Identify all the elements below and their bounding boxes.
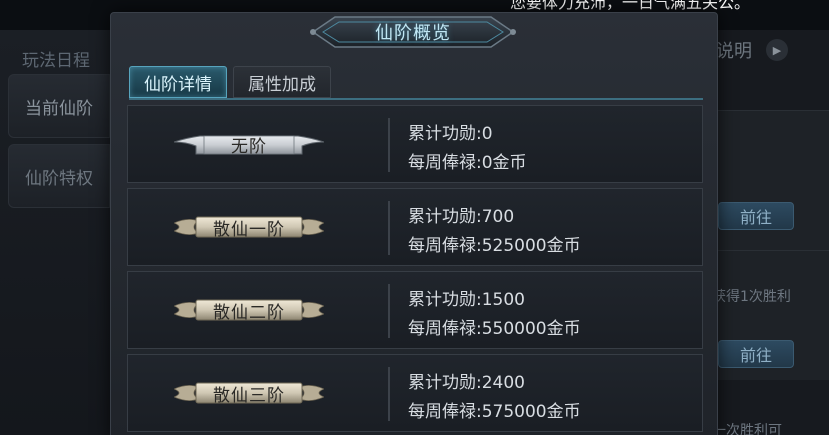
rank-salary: 每周俸禄:0金币 <box>408 148 527 173</box>
salary-label: 每周俸禄 <box>408 236 476 256</box>
rank-name: 无阶 <box>231 136 267 157</box>
rank-name: 散仙二阶 <box>213 302 285 323</box>
tab-underline <box>129 98 703 100</box>
salary-value: :525000金币 <box>476 236 581 256</box>
rank-badge: 散仙三阶 <box>174 377 324 409</box>
merit-label: 累计功勋 <box>408 207 476 227</box>
salary-label: 每周俸禄 <box>408 319 476 339</box>
chevron-right-icon[interactable]: ▶ <box>766 39 788 61</box>
background-help-header[interactable]: 说明 ▶ <box>716 30 829 70</box>
rank-merit: 累计功勋:2400 <box>408 368 525 393</box>
rank-salary: 每周俸禄:550000金币 <box>408 314 581 339</box>
rank-row: 散仙三阶 累计功勋:2400 每周俸禄:575000金币 <box>127 354 703 432</box>
rank-overview-modal: 仙阶概览 仙阶详情 属性加成 无阶 累计功勋:0 每周俸禄:0金币 散仙一阶 累… <box>110 12 718 435</box>
merit-label: 累计功勋 <box>408 124 476 144</box>
row-divider <box>388 118 390 172</box>
rank-name: 散仙三阶 <box>213 385 285 406</box>
background-help-label: 说明 <box>716 41 752 62</box>
rank-row: 散仙二阶 累计功勋:1500 每周俸禄:550000金币 <box>127 271 703 349</box>
merit-value: :0 <box>476 124 493 144</box>
rank-badge: 散仙一阶 <box>174 211 324 243</box>
background-tab-rank-privileges[interactable]: 仙阶特权 <box>8 144 110 208</box>
modal-title-plate: 仙阶概览 <box>305 11 521 53</box>
modal-tabs: 仙阶详情 属性加成 <box>129 66 331 98</box>
background-activity-desc: 一次胜利可 <box>712 423 782 435</box>
salary-value: :550000金币 <box>476 319 581 339</box>
row-divider <box>388 284 390 338</box>
background-banner-text: 您要体力充沛，一日气满五关公。 <box>510 0 751 12</box>
merit-label: 累计功勋 <box>408 373 476 393</box>
row-divider <box>388 201 390 255</box>
merit-label: 累计功勋 <box>408 290 476 310</box>
rank-salary: 每周俸禄:575000金币 <box>408 397 581 422</box>
tab-rank-details[interactable]: 仙阶详情 <box>129 66 227 98</box>
merit-value: :2400 <box>476 373 525 393</box>
salary-label: 每周俸禄 <box>408 402 476 422</box>
row-divider <box>388 367 390 421</box>
rank-badge: 散仙二阶 <box>174 294 324 326</box>
salary-value: :0金币 <box>476 153 527 173</box>
modal-title: 仙阶概览 <box>375 23 451 44</box>
rank-merit: 累计功勋:1500 <box>408 285 525 310</box>
background-tab-label: 当前仙阶 <box>25 98 93 119</box>
tab-attribute-bonus[interactable]: 属性加成 <box>233 66 331 98</box>
go-button[interactable]: 前往 <box>718 340 794 368</box>
rank-badge: 无阶 <box>174 128 324 160</box>
rank-merit: 累计功勋:700 <box>408 202 514 227</box>
rank-row: 无阶 累计功勋:0 每周俸禄:0金币 <box>127 105 703 183</box>
merit-value: :1500 <box>476 290 525 310</box>
merit-value: :700 <box>476 207 515 227</box>
background-tab-current-rank[interactable]: 当前仙阶 <box>8 74 110 138</box>
background-tab-label: 仙阶特权 <box>25 168 93 189</box>
background-nav-title: 玩法日程 <box>22 51 90 71</box>
rank-merit: 累计功勋:0 <box>408 119 493 144</box>
rank-row: 散仙一阶 累计功勋:700 每周俸禄:525000金币 <box>127 188 703 266</box>
rank-name: 散仙一阶 <box>213 219 285 240</box>
salary-label: 每周俸禄 <box>408 153 476 173</box>
rank-salary: 每周俸禄:525000金币 <box>408 231 581 256</box>
background-activity-desc: 获得1次胜利 <box>712 289 791 305</box>
go-button[interactable]: 前往 <box>718 202 794 230</box>
salary-value: :575000金币 <box>476 402 581 422</box>
